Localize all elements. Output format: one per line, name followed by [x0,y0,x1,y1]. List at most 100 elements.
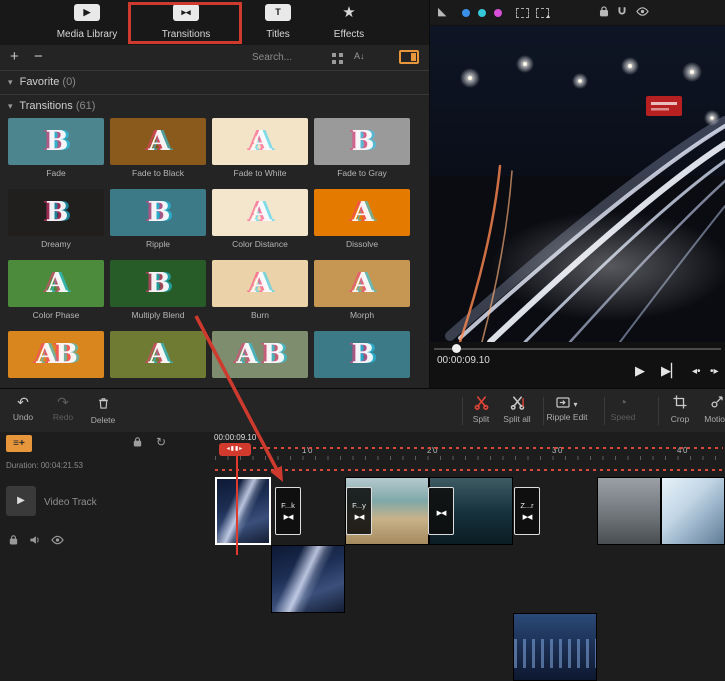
transition-letter: A [251,126,270,157]
speaker-icon[interactable] [29,534,41,546]
section-favorite-count: (0) [62,76,75,88]
transition-item-color-distance[interactable]: A Color Distance [212,189,308,249]
trash-icon [80,396,126,415]
preview-scrubber[interactable] [434,348,721,350]
transition-item[interactable]: AB [8,331,104,378]
tab-effects[interactable]: ★ Effects [318,4,380,42]
step-forward-button[interactable]: ▶▏ [661,363,681,379]
transition-item[interactable]: A [110,331,206,378]
add-track-button[interactable]: ≡+ [6,435,32,452]
section-favorite[interactable]: ▾ Favorite (0) [8,76,76,88]
timeline-transition-marker[interactable]: F...k ▶◀ [275,487,301,535]
ripple-edit-button[interactable]: ▾ Ripple Edit [541,393,593,422]
transition-marker-label: F...k [281,501,295,510]
eye-icon[interactable] [51,534,64,546]
transition-name: Fade to Gray [314,168,410,178]
library-tabbar: ▶ Media Library ▸◂ Transitions T Titles … [0,0,430,45]
transition-item-multiply-blend[interactable]: B Multiply Blend [110,260,206,320]
transition-name: Ripple [110,239,206,249]
speed-button[interactable]: ◔ Speed [600,393,646,422]
lock-icon[interactable] [132,436,143,448]
timeline-clip[interactable] [271,545,345,613]
transition-item[interactable]: A B [212,331,308,378]
transition-item-ripple[interactable]: B Ripple [110,189,206,249]
transition-item-fade-to-white[interactable]: A Fade to White [212,118,308,178]
timeline-clip[interactable] [597,477,661,545]
next-edit-point-button[interactable]: •▸ [710,366,719,377]
eye-icon[interactable] [636,5,649,18]
search-input[interactable]: Search... [252,52,292,63]
section-favorite-label: Favorite [20,76,60,88]
speed-label: Speed [600,412,646,422]
blue-marker-icon[interactable] [462,9,470,17]
duration-value: 00:04:21.53 [41,461,83,470]
transition-name: Color Distance [212,239,308,249]
transition-item-fade[interactable]: B Fade [8,118,104,178]
magnet-icon[interactable] [616,5,628,18]
transition-thumb: AB [8,331,104,378]
transition-letter: A [251,268,270,299]
cursor-icon: ▴ [546,12,550,20]
delete-button[interactable]: Delete [80,393,126,425]
titles-icon: T [265,4,291,21]
section-transitions[interactable]: ▾ Transitions (61) [8,100,95,112]
tab-media-library[interactable]: ▶ Media Library [48,4,126,42]
transition-item-burn[interactable]: A Burn [212,260,308,320]
panel-layout-toggle-icon[interactable] [399,50,419,64]
timeline-ruler[interactable] [215,456,725,460]
transition-item[interactable]: B [314,331,410,378]
split-all-button[interactable]: Split all [494,393,540,424]
previous-edit-point-button[interactable]: ◂• [692,366,701,377]
loop-icon[interactable]: ↻ [156,435,166,449]
tab-titles[interactable]: T Titles [252,4,304,42]
motion-button[interactable]: Motion [694,393,725,424]
transition-name: Fade to White [212,168,308,178]
render-preview-icon[interactable]: ◣ [438,6,446,19]
tab-effects-label: Effects [334,29,364,40]
marker-dashes [215,469,723,471]
magenta-marker-icon[interactable] [494,9,502,17]
section-transitions-label: Transitions [19,100,72,112]
lock-icon[interactable] [598,5,610,18]
remove-favorite-button[interactable]: − [34,48,43,65]
cyan-marker-icon[interactable] [478,9,486,17]
transition-item-dreamy[interactable]: B Dreamy [8,189,104,249]
timeline-clip[interactable] [661,477,725,545]
transition-letter: B [148,197,169,228]
select-clip-icon[interactable]: ▴ [536,8,549,18]
transition-item-fade-to-black[interactable]: A Fade to Black [110,118,206,178]
transition-item-dissolve[interactable]: A Dissolve [314,189,410,249]
playhead-line[interactable] [236,444,238,555]
scrubber-handle[interactable] [452,344,461,353]
add-favorite-button[interactable]: + [10,48,19,65]
tab-transitions-label: Transitions [162,29,211,40]
timeline-transition-marker[interactable]: Z...r ▶◀ [514,487,540,535]
playhead-handle[interactable]: ◂▮▮▸ [219,443,251,456]
transition-name: Multiply Blend [110,310,206,320]
ripple-edit-icon: ▾ [541,393,593,412]
video-track-label: Video Track [44,497,97,508]
video-track-button[interactable]: ▶ [6,486,36,516]
transition-item-morph[interactable]: A Morph [314,260,410,320]
timeline-transition-marker[interactable]: F...y ▶◀ [346,487,372,535]
sort-icon[interactable]: A↓ [354,51,365,61]
transition-item-fade-to-gray[interactable]: B Fade to Gray [314,118,410,178]
transition-letter: A [251,197,270,228]
transition-name: Morph [314,310,410,320]
transition-marker-label: F...y [352,501,366,510]
transition-item-color-phase[interactable]: A Color Phase [8,260,104,320]
lock-icon[interactable] [8,534,19,546]
play-button[interactable]: ▶ [635,363,645,379]
timeline-clip[interactable] [215,477,271,545]
transition-thumb: A B [212,331,308,378]
tab-media-library-label: Media Library [57,29,118,40]
transition-letter: B [352,126,373,157]
timeline-transition-marker[interactable]: ▶◀ [428,487,454,535]
grid-view-icon[interactable] [332,53,343,64]
select-region-icon[interactable] [516,8,529,18]
transition-thumb: A [212,260,308,307]
transition-letter: B [46,197,67,228]
tab-transitions[interactable]: ▸◂ Transitions [138,4,234,42]
video-preview[interactable] [430,26,725,342]
timeline-clip[interactable] [513,613,597,681]
